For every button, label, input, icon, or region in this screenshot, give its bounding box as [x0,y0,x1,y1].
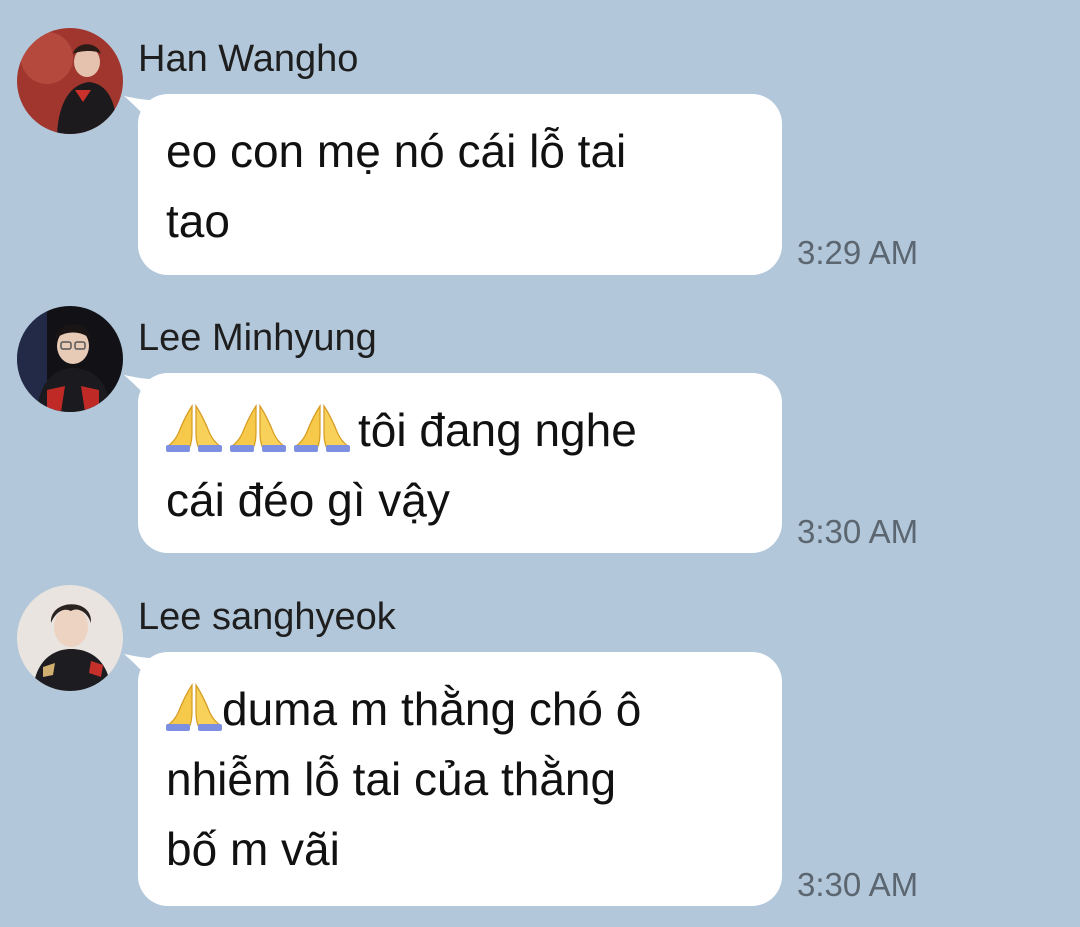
message-timestamp: 3:30 AM [797,513,919,550]
message-text: tôi đang nghe [358,404,637,456]
message-bubble[interactable]: duma m thằng chó ô nhiễm lỗ tai của thằn… [138,652,782,906]
folded-hands-icon [166,405,222,452]
message-text-line: tao [166,195,230,247]
sender-name: Lee Minhyung [138,317,377,359]
folded-hands-icon [166,684,222,731]
message-text: duma m thằng chó ô [222,683,642,735]
message-timestamp: 3:30 AM [797,866,919,903]
avatar[interactable] [17,306,123,412]
message-text-line: eo con mẹ nó cái lỗ tai [166,125,627,177]
message-text-line: nhiễm lỗ tai của thằng [166,753,617,805]
message-text-line: duma m thằng chó ô [166,674,754,744]
avatar-photo-icon [17,306,123,412]
sender-name: Han Wangho [138,38,359,80]
folded-hands-icon [294,405,350,452]
message-text-line: cái đéo gì vậy [166,474,450,526]
avatar-photo-icon [17,28,123,134]
message-bubble[interactable]: tôi đang nghe cái đéo gì vậy [138,373,782,553]
message-timestamp: 3:29 AM [797,234,919,271]
message-bubble[interactable]: eo con mẹ nó cái lỗ tai tao [138,94,782,275]
message-text-line: bố m vãi [166,823,340,875]
avatar[interactable] [17,28,123,134]
avatar-photo-icon [17,585,123,691]
message-text-line: tôi đang nghe [166,395,754,465]
folded-hands-icon [230,405,286,452]
sender-name: Lee sanghyeok [138,596,396,638]
avatar[interactable] [17,585,123,691]
